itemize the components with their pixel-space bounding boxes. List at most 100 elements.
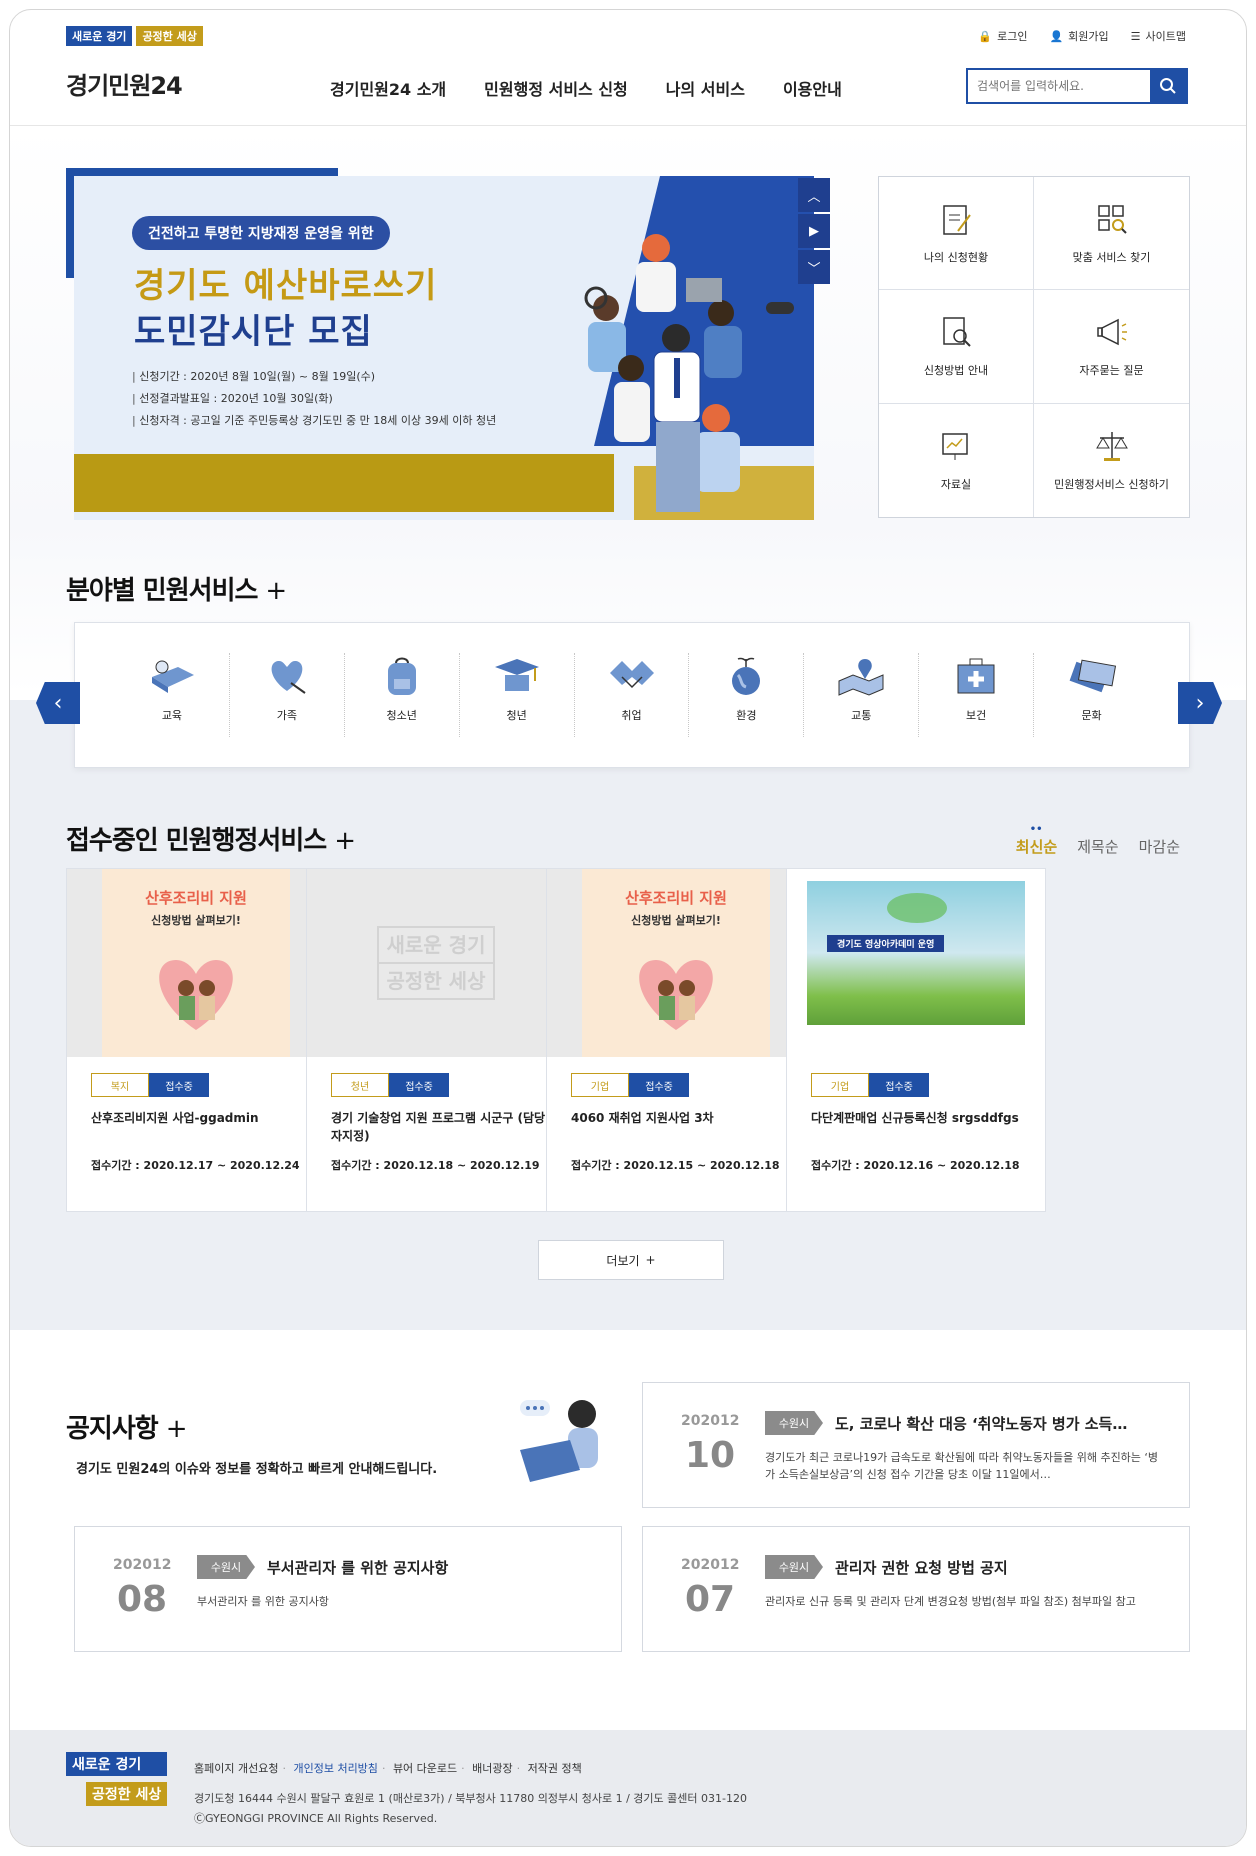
banner-accent-top: [66, 168, 338, 176]
notice-item[interactable]: 202012 07 수원시 관리자 권한 요청 방법 공지 관리자로 신규 등록…: [642, 1526, 1190, 1652]
notice-day: 07: [685, 1579, 736, 1620]
document-search-icon: [943, 317, 971, 348]
graduation-cap-icon: [494, 659, 539, 691]
notice-category-badge: 수원시: [765, 1411, 823, 1435]
card-title: 다단계판매업 신규등록신청 srgsddfgs: [811, 1111, 1019, 1125]
card-title: 경기 기술창업 지원 프로그램 시군구 (담당자지정): [331, 1111, 546, 1143]
sort-tabs: 최신순 제목순 마감순: [1016, 824, 1180, 857]
status-badge: 접수중: [869, 1073, 929, 1097]
field-item-employment[interactable]: 취업: [575, 653, 690, 737]
field-item-culture[interactable]: 문화: [1034, 653, 1149, 737]
card-period: 접수기간 : 2020.12.15 ~ 2020.12.18: [571, 1159, 780, 1172]
category-tag: 기업: [811, 1073, 869, 1097]
sort-title[interactable]: 제목순: [1077, 836, 1118, 857]
sort-deadline[interactable]: 마감순: [1139, 836, 1180, 857]
chevron-right-icon: ›: [1195, 690, 1205, 716]
footer-link-copyright[interactable]: 저작권 정책: [513, 1760, 582, 1776]
quick-find-service[interactable]: 맞춤 서비스 찾기: [1034, 177, 1189, 291]
search-input[interactable]: [968, 70, 1150, 102]
join-link[interactable]: 👤 회원가입: [1049, 28, 1108, 44]
notice-title: 관리자 권한 요청 방법 공지: [835, 1559, 1008, 1577]
category-tag: 기업: [571, 1073, 629, 1097]
search-box: [966, 68, 1188, 104]
scale-icon: [1095, 432, 1128, 462]
quick-apply-service[interactable]: 민원행정서비스 신청하기: [1034, 404, 1189, 517]
banner-down-button[interactable]: ﹀: [798, 250, 830, 284]
site-logo[interactable]: 경기민원24: [66, 66, 183, 101]
banner-info-qualification: 신청자격 : 공고일 기준 주민등록상 경기도민 중 만 18세 이상 39세 …: [132, 410, 496, 432]
footer-link-banner[interactable]: 배너광장: [457, 1760, 512, 1776]
handshake-icon: [609, 661, 654, 689]
notice-yearmonth: 202012: [681, 1557, 740, 1573]
field-item-traffic[interactable]: 교통: [804, 653, 920, 737]
nav-intro[interactable]: 경기민원24 소개: [330, 76, 446, 100]
nav-guide[interactable]: 이용안내: [783, 76, 842, 100]
field-item-health[interactable]: 보건: [919, 653, 1035, 737]
plus-icon: +: [334, 826, 356, 856]
service-card[interactable]: 새로운 경기 공정한 세상 청년 접수중 경기 기술창업 지원 프로그램 시군구 …: [306, 868, 566, 1212]
banner-gold-bar: [74, 454, 614, 512]
more-button[interactable]: 더보기 +: [538, 1240, 724, 1280]
plus-icon: +: [265, 576, 287, 606]
carousel-next-button[interactable]: ›: [1178, 682, 1222, 724]
service-card[interactable]: 산후조리비 지원 신청방법 살펴보기! 기업 접수중 4060 재취업 지원사업 …: [546, 868, 806, 1212]
notice-section-title[interactable]: 공지사항 +: [66, 1408, 188, 1445]
search-button[interactable]: [1150, 70, 1186, 102]
carousel-prev-button[interactable]: ‹: [36, 682, 80, 724]
slogan-1: 새로운 경기: [66, 26, 133, 46]
plus-icon: +: [165, 1414, 188, 1444]
banner-accent-left: [66, 168, 74, 278]
notice-yearmonth: 202012: [681, 1413, 740, 1429]
card-period: 접수기간 : 2020.12.18 ~ 2020.12.19: [331, 1159, 540, 1172]
nav-my-service[interactable]: 나의 서비스: [666, 76, 745, 100]
education-icon: [151, 660, 194, 693]
laptop-woman-illustration: [520, 1400, 598, 1482]
field-item-youth[interactable]: 청소년: [345, 653, 460, 737]
card-period: 접수기간 : 2020.12.16 ~ 2020.12.18: [811, 1159, 1020, 1172]
receiving-section-title[interactable]: 접수중인 민원행정서비스 +: [66, 820, 356, 857]
notice-summary: 부서관리자 를 위한 공지사항: [197, 1595, 329, 1608]
card-thumbnail: 경기도 영상아카데미 운영: [787, 869, 1045, 1057]
menu-icon: ☰: [1130, 29, 1141, 43]
field-item-education[interactable]: 교육: [115, 653, 230, 737]
category-tag: 청년: [331, 1073, 389, 1097]
status-badge: 접수중: [149, 1073, 209, 1097]
card-period: 접수기간 : 2020.12.17 ~ 2020.12.24: [91, 1159, 300, 1172]
footer-copyright: ⒸGYEONGGI PROVINCE All Rights Reserved.: [194, 1812, 438, 1825]
login-link[interactable]: 🔒 로그인: [978, 28, 1027, 44]
notice-item[interactable]: 202012 10 수원시 도, 코로나 확산 대응 ‘취약노동자 병가 소득……: [642, 1382, 1190, 1508]
nav-apply[interactable]: 민원행정 서비스 신청: [484, 76, 628, 100]
quick-apply-guide[interactable]: 신청방법 안내: [879, 290, 1034, 404]
quick-my-status[interactable]: 나의 신청현황: [879, 177, 1034, 291]
status-badge: 접수중: [389, 1073, 449, 1097]
footer: 새로운 경기 공정한 세상 홈페이지 개선요청 개인정보 처리방침 뷰어 다운로…: [10, 1730, 1246, 1846]
banner-up-button[interactable]: ︿: [798, 178, 830, 212]
main-banner[interactable]: 건전하고 투명한 지방재정 운영을 위한 경기도 예산바로쓰기 도민감시단 모집…: [66, 168, 830, 520]
notice-description: 경기도 민원24의 이슈와 정보를 정확하고 빠르게 안내해드립니다.: [76, 1462, 438, 1477]
footer-link-viewer[interactable]: 뷰어 다운로드: [378, 1760, 457, 1776]
status-badge: 접수중: [629, 1073, 689, 1097]
service-card[interactable]: 산후조리비 지원 신청방법 살펴보기! 복지 접수중 산후조리비지원 사업-gga…: [66, 868, 326, 1212]
field-item-young-adult[interactable]: 청년: [460, 653, 575, 737]
field-item-environment[interactable]: 환경: [689, 653, 805, 737]
main-nav: 경기민원24 소개 민원행정 서비스 신청 나의 서비스 이용안내: [330, 76, 842, 100]
sort-latest[interactable]: 최신순: [1016, 824, 1057, 857]
quick-menu: 나의 신청현황 맞춤 서비스 찾기 신청방법 안내 자주묻는 질문 자료실 민원…: [878, 176, 1190, 518]
service-card[interactable]: 경기도 영상아카데미 운영 기업 접수중 다단계판매업 신규등록신청 srgsdd…: [786, 868, 1046, 1212]
field-section-title[interactable]: 분야별 민원서비스 +: [66, 570, 287, 607]
quick-archive[interactable]: 자료실: [879, 403, 1034, 517]
field-item-family[interactable]: 가족: [230, 653, 345, 737]
card-thumbnail: 산후조리비 지원 신청방법 살펴보기!: [547, 869, 805, 1057]
sitemap-link[interactable]: ☰ 사이트맵: [1131, 28, 1186, 44]
quick-faq[interactable]: 자주묻는 질문: [1034, 290, 1189, 404]
banner-play-button[interactable]: ▶: [798, 214, 830, 248]
notice-category-badge: 수원시: [765, 1555, 823, 1579]
banner-people-illustration: [584, 234, 794, 512]
footer-link-improve[interactable]: 홈페이지 개선요청: [194, 1760, 278, 1776]
footer-link-privacy[interactable]: 개인정보 처리방침: [278, 1760, 377, 1776]
globe-sprout-icon: [732, 657, 761, 695]
notice-item[interactable]: 202012 08 수원시 부서관리자 를 위한 공지사항 부서관리자 를 위한…: [74, 1526, 622, 1652]
ticket-icon: [1069, 659, 1116, 693]
plus-icon: +: [645, 1253, 656, 1267]
header-divider: [10, 125, 1246, 126]
